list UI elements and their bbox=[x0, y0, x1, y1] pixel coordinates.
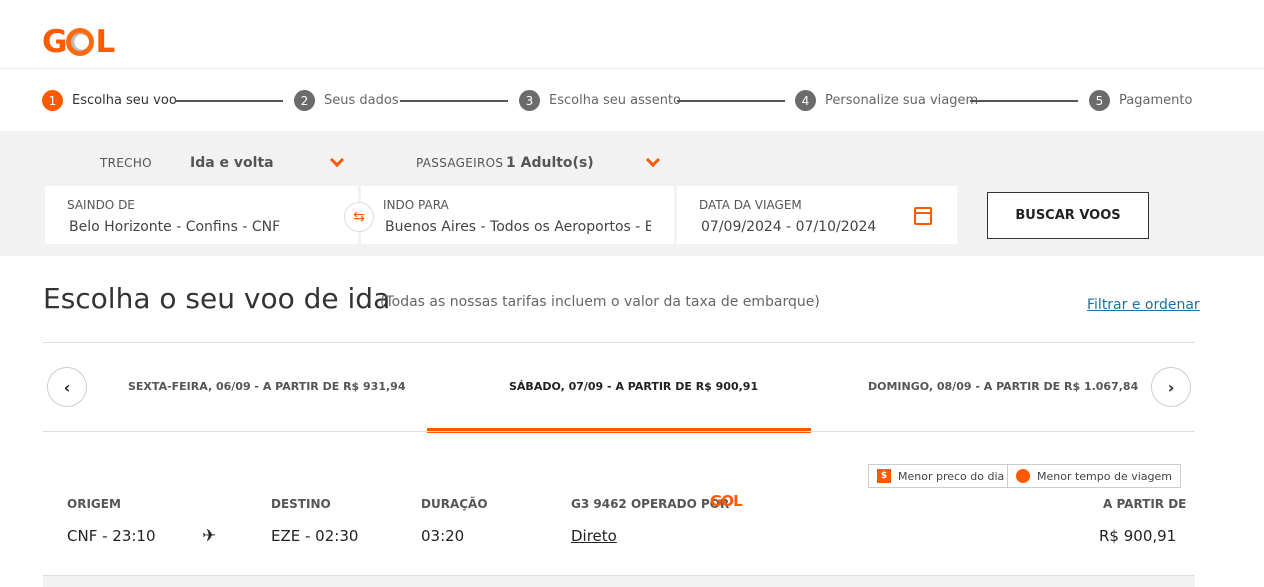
date-input[interactable]: 07/09/2024 - 07/10/2024 bbox=[701, 219, 876, 235]
filter-link[interactable]: Filtrar e ordenar bbox=[1087, 297, 1200, 313]
plane-icon: ✈ bbox=[202, 526, 217, 546]
trecho-select[interactable]: Ida e volta bbox=[190, 155, 274, 171]
passageiros-label: PASSAGEIROS bbox=[416, 156, 504, 170]
gol-logo[interactable]: GL bbox=[42, 24, 115, 60]
clock-icon bbox=[1016, 469, 1030, 483]
step-seus-dados[interactable]: 2 Seus dados bbox=[294, 90, 399, 111]
step-personalize[interactable]: 4 Personalize sua viagem bbox=[795, 90, 978, 111]
preco-header: A PARTIR DE bbox=[1103, 497, 1187, 511]
badge-label: Menor preco do dia bbox=[898, 469, 1005, 483]
step-pagamento[interactable]: 5 Pagamento bbox=[1089, 90, 1192, 111]
step-label: Personalize sua viagem bbox=[825, 93, 979, 108]
duracao-header: DURAÇÃO bbox=[421, 497, 488, 511]
step-label: Seus dados bbox=[324, 93, 399, 108]
step-number: 2 bbox=[294, 90, 315, 111]
destino-value: EZE - 02:30 bbox=[271, 527, 359, 545]
swap-icon[interactable]: ⇆ bbox=[344, 202, 374, 232]
dollar-icon: $ bbox=[877, 469, 891, 483]
step-connector bbox=[677, 100, 785, 102]
chevron-left-icon[interactable]: ‹ bbox=[47, 367, 87, 407]
origin-input[interactable]: Belo Horizonte - Confins - CNF bbox=[69, 219, 339, 235]
step-connector bbox=[400, 100, 508, 102]
step-number: 5 bbox=[1089, 90, 1110, 111]
chevron-right-icon[interactable]: › bbox=[1151, 367, 1191, 407]
step-escolha-voo[interactable]: 1 Escolha seu voo bbox=[42, 90, 177, 111]
page-subtitle: (Todas as nossas tarifas incluem o valor… bbox=[380, 294, 820, 310]
badge-label: Menor tempo de viagem bbox=[1037, 469, 1173, 483]
step-label: Escolha seu assento bbox=[549, 93, 681, 108]
step-connector bbox=[970, 100, 1078, 102]
flight-details-bar bbox=[43, 575, 1195, 587]
origin-label: SAINDO DE bbox=[67, 198, 135, 212]
destino-header: DESTINO bbox=[271, 497, 331, 511]
day-tab-sexta[interactable]: SEXTA-FEIRA, 06/09 - A PARTIR DE R$ 931,… bbox=[128, 380, 405, 393]
step-escolha-assento[interactable]: 3 Escolha seu assento bbox=[519, 90, 681, 111]
origem-header: ORIGEM bbox=[67, 497, 121, 511]
buscar-voos-button[interactable]: BUSCAR VOOS bbox=[987, 192, 1149, 239]
direto-link[interactable]: Direto bbox=[571, 527, 617, 545]
trecho-label: TRECHO bbox=[100, 156, 152, 170]
step-label: Pagamento bbox=[1119, 93, 1193, 108]
page-title: Escolha o seu voo de ida bbox=[43, 282, 391, 315]
origem-value: CNF - 23:10 bbox=[67, 527, 156, 545]
calendar-icon[interactable] bbox=[914, 207, 932, 225]
header: GL bbox=[0, 0, 1264, 69]
step-number: 1 bbox=[42, 90, 63, 111]
origin-field[interactable]: SAINDO DE Belo Horizonte - Confins - CNF bbox=[45, 186, 358, 244]
step-connector bbox=[175, 100, 283, 102]
price-value[interactable]: R$ 900,91 bbox=[1099, 527, 1176, 545]
divider bbox=[43, 431, 1195, 432]
day-tab-domingo[interactable]: DOMINGO, 08/09 - A PARTIR DE R$ 1.067,84 bbox=[868, 380, 1138, 393]
destination-input[interactable]: Buenos Aires - Todos os Aeroportos - BUE bbox=[385, 219, 651, 235]
badge-menor-tempo: Menor tempo de viagem bbox=[1007, 464, 1182, 488]
divider bbox=[43, 342, 1195, 343]
passageiros-select[interactable]: 1 Adulto(s) bbox=[506, 155, 594, 171]
destination-label: INDO PARA bbox=[383, 198, 449, 212]
day-tab-sabado[interactable]: SÁBADO, 07/09 - A PARTIR DE R$ 900,91 bbox=[509, 380, 758, 393]
gol-operator-logo: GOL bbox=[710, 492, 743, 510]
badge-menor-preco: $ Menor preco do dia bbox=[868, 464, 1014, 488]
destination-field[interactable]: INDO PARA Buenos Aires - Todos os Aeropo… bbox=[361, 186, 674, 244]
step-number: 4 bbox=[795, 90, 816, 111]
step-number: 3 bbox=[519, 90, 540, 111]
progress-steps: 1 Escolha seu voo 2 Seus dados 3 Escolha… bbox=[42, 90, 1202, 112]
step-label: Escolha seu voo bbox=[72, 93, 177, 108]
duracao-value: 03:20 bbox=[421, 527, 465, 545]
operado-header: G3 9462 OPERADO POR bbox=[571, 497, 730, 511]
date-label: DATA DA VIAGEM bbox=[699, 198, 802, 212]
